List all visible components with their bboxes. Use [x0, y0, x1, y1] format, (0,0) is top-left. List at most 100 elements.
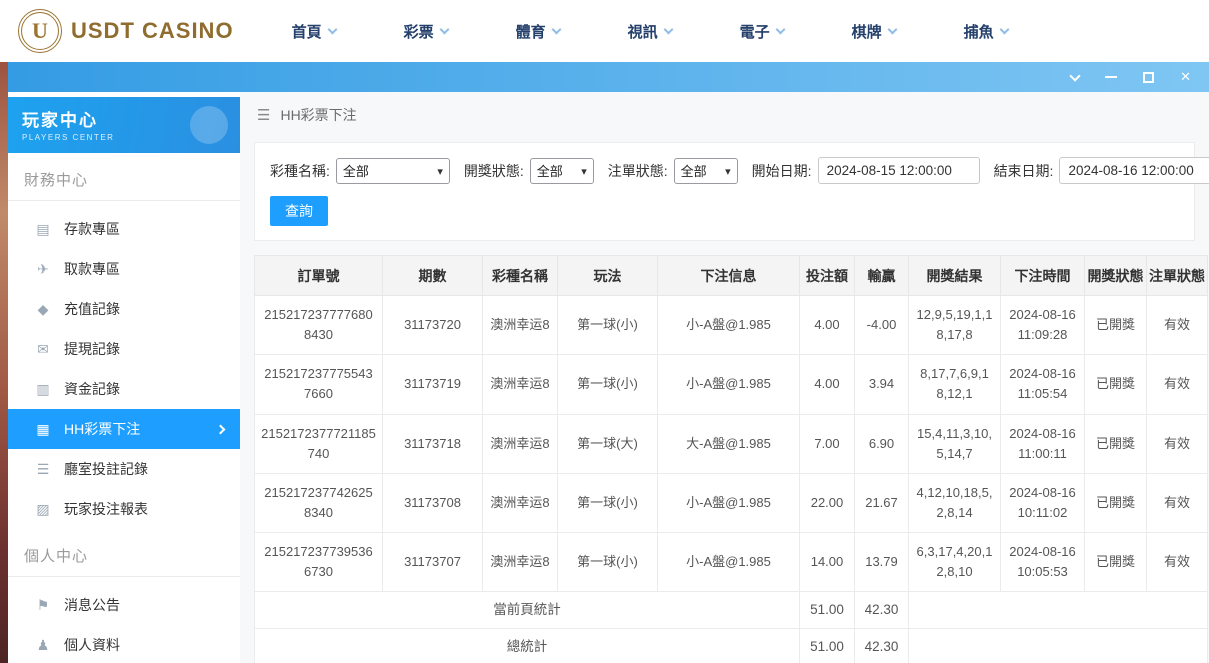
chevron-down-icon: [439, 24, 449, 34]
cell-bet-info: 小-A盤@1.985: [658, 296, 800, 355]
cell-play: 第一球(小): [558, 533, 658, 592]
cell-amount: 4.00: [800, 355, 855, 414]
deposit-icon: ▤: [35, 221, 51, 238]
section-label-personal: 個人中心: [8, 529, 240, 577]
col-draw-status: 開獎狀態: [1085, 256, 1147, 296]
table-row: 2152172377395366730 31173707 澳洲幸运8 第一球(小…: [255, 533, 1208, 592]
table-row: 2152172377721185740 31173718 澳洲幸运8 第一球(大…: [255, 414, 1208, 473]
chevron-right-icon: [216, 424, 226, 434]
nav-item-home[interactable]: 首頁: [292, 21, 372, 42]
page-background: 玩家中心 PLAYERS CENTER 財務中心 ▤ 存款專區 ✈ 取款專區 ◆…: [0, 62, 1209, 663]
withdraw-icon: ✈: [35, 261, 51, 278]
col-time: 下注時間: [1001, 256, 1085, 296]
nav-item-lottery[interactable]: 彩票: [404, 21, 484, 42]
col-bet-info: 下注信息: [658, 256, 800, 296]
recharge-record-icon: ◆: [35, 301, 51, 318]
cell-time: 2024-08-16 10:11:02: [1001, 473, 1085, 532]
profile-person-icon: ♟: [35, 637, 51, 654]
nav-item-sports[interactable]: 體育: [516, 21, 596, 42]
select-value: 全部: [537, 161, 563, 180]
cell-time: 2024-08-16 11:05:54: [1001, 355, 1085, 414]
maximize-icon[interactable]: [1143, 70, 1154, 84]
sidebar-item-label: 存款專區: [64, 219, 120, 239]
sidebar-item-label: 個人資料: [64, 635, 120, 655]
start-date-input[interactable]: [818, 157, 980, 184]
sidebar-item-player-report[interactable]: ▨ 玩家投注報表: [8, 489, 240, 529]
sidebar-item-deposit[interactable]: ▤ 存款專區: [8, 209, 240, 249]
nav-label: 視訊: [628, 21, 658, 42]
nav-item-live[interactable]: 視訊: [628, 21, 708, 42]
cell-lottery: 澳洲幸运8: [483, 414, 558, 473]
cell-order: 2152172377721185740: [255, 414, 383, 473]
cell-result: 6,3,17,4,20,12,8,10: [909, 533, 1001, 592]
nav-label: 電子: [740, 21, 770, 42]
cell-order-status: 有效: [1147, 473, 1208, 532]
col-winloss: 輸贏: [855, 256, 909, 296]
cell-winloss: 3.94: [855, 355, 909, 414]
cell-play: 第一球(小): [558, 355, 658, 414]
sidebar-item-hall-bet-record[interactable]: ☰ 廳室投註記錄: [8, 449, 240, 489]
cell-period: 31173719: [383, 355, 483, 414]
sidebar-item-label: 提現記錄: [64, 339, 120, 359]
sidebar-item-hh-lottery-bets[interactable]: ▦ HH彩票下注: [8, 409, 240, 449]
col-play: 玩法: [558, 256, 658, 296]
window-body: 玩家中心 PLAYERS CENTER 財務中心 ▤ 存款專區 ✈ 取款專區 ◆…: [8, 92, 1209, 663]
draw-status-label: 開獎狀態:: [464, 161, 524, 181]
cell-bet-info: 小-A盤@1.985: [658, 355, 800, 414]
cell-draw-status: 已開獎: [1085, 296, 1147, 355]
close-icon[interactable]: [1180, 70, 1191, 84]
end-date-input[interactable]: [1059, 157, 1209, 184]
sidebar-item-withdraw[interactable]: ✈ 取款專區: [8, 249, 240, 289]
nav-label: 體育: [516, 21, 546, 42]
hamburger-icon[interactable]: [257, 106, 270, 124]
cell-lottery: 澳洲幸运8: [483, 296, 558, 355]
chevron-down-icon: [717, 163, 731, 178]
filter-panel: 彩種名稱: 全部 開獎狀態: 全部 注單狀態: [254, 142, 1195, 241]
section-label-finance: 財務中心: [8, 153, 240, 201]
cell-winloss: -4.00: [855, 296, 909, 355]
cell-order-status: 有效: [1147, 355, 1208, 414]
grand-summary-label: 總統計: [255, 629, 800, 663]
select-value: 全部: [343, 161, 369, 180]
nav-item-fishing[interactable]: 捕魚: [964, 21, 1044, 42]
cell-draw-status: 已開獎: [1085, 414, 1147, 473]
col-order-status: 注單狀態: [1147, 256, 1208, 296]
cell-amount: 4.00: [800, 296, 855, 355]
cell-time: 2024-08-16 11:00:11: [1001, 414, 1085, 473]
announcement-bell-icon: ⚑: [35, 597, 51, 614]
cell-winloss: 13.79: [855, 533, 909, 592]
lottery-name-select[interactable]: 全部: [336, 158, 450, 184]
collapse-chevron-icon[interactable]: [1071, 70, 1079, 84]
cell-bet-info: 大-A盤@1.985: [658, 414, 800, 473]
sidebar-item-label: 充值記錄: [64, 299, 120, 319]
sidebar-item-withdrawal-record[interactable]: ✉ 提現記錄: [8, 329, 240, 369]
search-button[interactable]: 查詢: [270, 196, 328, 226]
cell-amount: 22.00: [800, 473, 855, 532]
nav-label: 彩票: [404, 21, 434, 42]
nav-item-cards[interactable]: 棋牌: [852, 21, 932, 42]
sidebar-item-announcements[interactable]: ⚑ 消息公告: [8, 585, 240, 625]
grand-summary-bet: 51.00: [800, 629, 855, 663]
nav-label: 首頁: [292, 21, 322, 42]
cell-winloss: 6.90: [855, 414, 909, 473]
order-status-select[interactable]: 全部: [674, 158, 738, 184]
cell-bet-info: 小-A盤@1.985: [658, 533, 800, 592]
cell-lottery: 澳洲幸运8: [483, 473, 558, 532]
lottery-name-label: 彩種名稱:: [270, 161, 330, 181]
brand[interactable]: U USDT CASINO: [18, 9, 234, 53]
sidebar-item-profile[interactable]: ♟ 個人資料: [8, 625, 240, 663]
nav-item-slots[interactable]: 電子: [740, 21, 820, 42]
brand-logo-icon: U: [18, 9, 62, 53]
cell-period: 31173707: [383, 533, 483, 592]
chevron-down-icon: [429, 163, 443, 178]
page-summary-bet: 51.00: [800, 592, 855, 629]
sidebar-item-funds-record[interactable]: ▥ 資金記錄: [8, 369, 240, 409]
minimize-icon[interactable]: [1105, 70, 1117, 84]
grand-summary-row: 總統計 51.00 42.30: [255, 629, 1208, 663]
sidebar-item-recharge-record[interactable]: ◆ 充值記錄: [8, 289, 240, 329]
cell-play: 第一球(小): [558, 473, 658, 532]
draw-status-select[interactable]: 全部: [530, 158, 594, 184]
chevron-down-icon: [663, 24, 673, 34]
chevron-down-icon: [573, 163, 587, 178]
hall-bet-record-icon: ☰: [35, 461, 51, 478]
